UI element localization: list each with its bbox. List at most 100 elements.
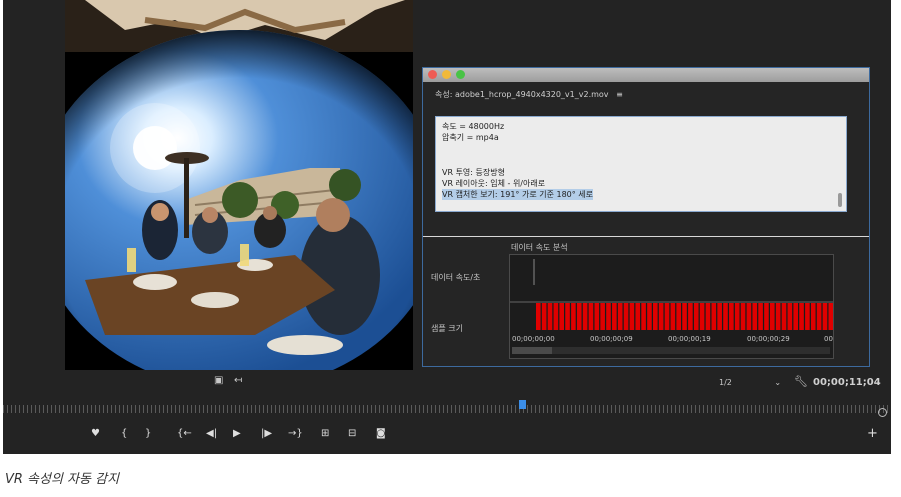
tick-label-2: 00;00;00;19 [668,335,711,343]
sample-bar [647,303,652,330]
info-line-compressor: 압축기 = mp4a [442,133,499,142]
sample-bar [664,303,670,330]
vr-video-frame [65,0,413,370]
info-scrollbar[interactable] [838,193,842,207]
sample-bar [734,303,740,330]
play-icon[interactable]: ▶ [233,428,241,439]
sample-bar [588,303,594,330]
sample-bar [723,303,728,330]
marker-icon[interactable]: ♥ [91,428,100,439]
sample-bar [705,303,711,330]
sample-bar [676,303,681,330]
sample-bar [653,303,658,330]
sample-bar [729,303,734,330]
info-line-vr-layout: VR 레이아웃: 입체 - 위/아래로 [442,179,546,188]
tick-label-1: 00;00;00;09 [590,335,633,343]
data-rate-label: 데이터 속도/초 [431,273,481,282]
data-rate-graph: 00;00;00;00 00;00;00;09 00;00;00;19 00;0… [509,254,834,359]
sample-bar [810,303,816,330]
sample-bar [828,303,834,330]
sample-bar [781,303,787,330]
go-to-in-icon[interactable]: {← [177,428,192,439]
sample-bar [787,303,793,330]
add-button-icon[interactable]: + [867,426,878,441]
sample-bar [559,303,564,330]
sample-bar [617,303,623,330]
insert-icon[interactable]: ↤ [234,375,242,386]
go-to-out-icon[interactable]: →} [288,428,303,439]
sample-bar [688,303,693,330]
sample-bar [600,303,605,330]
sample-bar [758,303,763,330]
maximize-icon[interactable] [456,70,465,79]
sample-bar [693,303,699,330]
graph-title: 데이터 속도 분석 [511,243,568,252]
sample-bar [816,303,822,330]
step-back-icon[interactable]: ◀| [206,428,217,439]
properties-title-text: 속성: adobe1_hcrop_4940x4320_v1_v2.mov [435,90,609,99]
mark-out-icon[interactable]: } [145,428,151,439]
zoom-value: 1/2 [719,378,732,387]
sample-bar [623,303,629,330]
tick-label-0: 00;00;00;00 [512,335,555,343]
sample-bar [717,303,722,330]
export-frame-icon[interactable]: ◙ [376,428,386,439]
info-line-sample-rate: 속도 = 48000Hz [442,122,505,131]
sample-bar [576,303,582,330]
sample-bar [764,303,769,330]
lift-icon[interactable]: ⊞ [321,428,329,439]
sample-bar [553,303,559,330]
graph-scrollbar[interactable] [512,347,552,354]
timecode-display[interactable]: 00;00;11;04 [813,377,881,388]
properties-panel: 속성: adobe1_hcrop_4940x4320_v1_v2.mov ≡ 속… [422,67,870,367]
time-ruler[interactable] [3,405,891,413]
properties-title: 속성: adobe1_hcrop_4940x4320_v1_v2.mov ≡ [435,89,623,100]
sample-bar [541,303,547,330]
minimize-icon[interactable] [442,70,451,79]
figure-caption: VR 속성의 자동 감지 [5,472,120,487]
info-line-vr-captured-view: VR 캡처한 보기: 191° 가로 기준 180° 세로 [442,189,594,200]
sample-bar [682,303,687,330]
sample-bar [799,303,804,330]
hamburger-icon[interactable]: ≡ [616,90,623,99]
mark-in-icon[interactable]: { [121,428,127,439]
sample-bar [658,303,664,330]
sample-bar [635,303,641,330]
sample-bar [641,303,646,330]
sample-bar [629,303,635,330]
tick-label-4: 00 [824,335,833,343]
sample-bar [612,303,617,330]
sample-bar [793,303,798,330]
sample-bar [775,303,781,330]
sample-bar [606,303,611,330]
tick-label-3: 00;00;00;29 [747,335,790,343]
sample-bar [594,303,600,330]
info-line-vr-projection: VR 투영: 등장방형 [442,168,505,177]
sample-bar [571,303,576,330]
window-titlebar[interactable] [423,68,869,82]
close-icon[interactable] [428,70,437,79]
safe-margins-icon[interactable]: ▣ [214,375,223,386]
wrench-icon[interactable]: 🔧︎ [794,375,808,388]
sample-bar [752,303,758,330]
step-forward-icon[interactable]: |▶ [261,428,272,439]
playhead[interactable] [519,400,526,409]
sample-bar [582,303,588,330]
chevron-down-icon[interactable]: ⌄ [774,378,781,387]
sample-bar [699,303,705,330]
program-monitor [65,0,413,370]
zoom-select[interactable]: 1/2 ⌄ [719,378,781,387]
sample-bar [740,303,746,330]
sample-size-label: 샘플 크기 [431,324,463,333]
sample-bar [822,303,828,330]
extract-icon[interactable]: ⊟ [348,428,356,439]
premiere-window: 속성: adobe1_hcrop_4940x4320_v1_v2.mov ≡ 속… [3,0,891,454]
settings-circle-icon[interactable] [878,408,887,417]
properties-info-box[interactable]: 속도 = 48000Hz 압축기 = mp4a VR 투영: 등장방형 VR 레… [435,116,847,212]
sample-bar [805,303,810,330]
panel-divider [423,236,869,237]
sample-size-bars [536,303,834,330]
sample-bar [746,303,752,330]
sample-bar [770,303,775,330]
sample-bar [565,303,570,330]
